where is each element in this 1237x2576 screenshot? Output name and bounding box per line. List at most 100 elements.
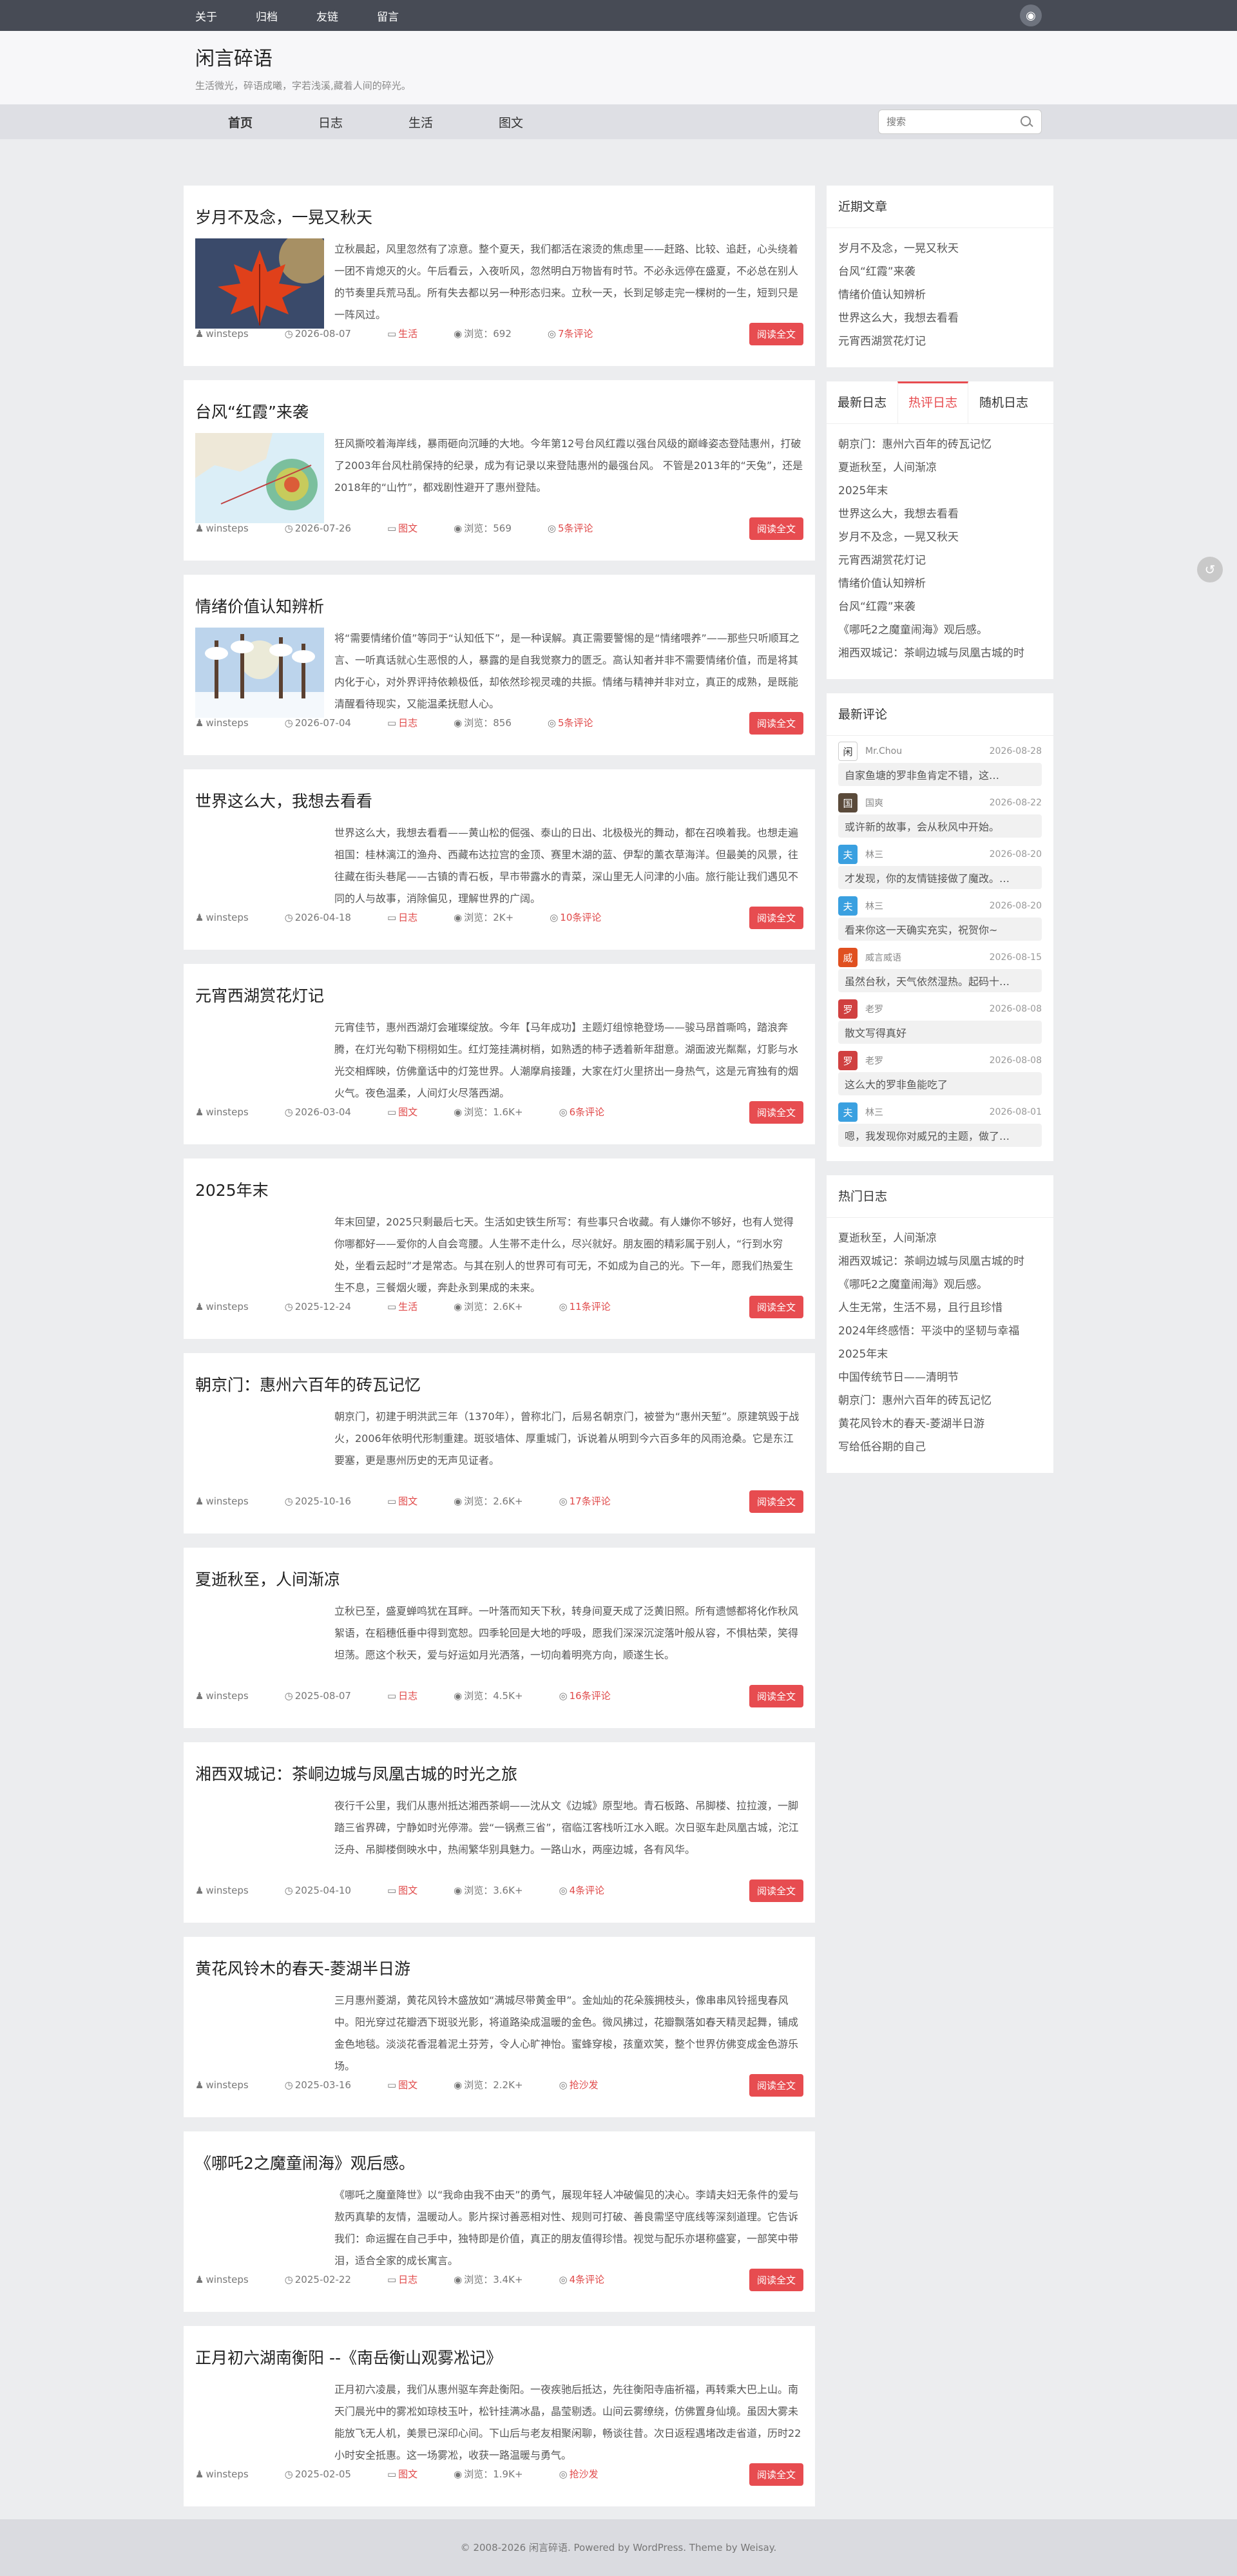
post-title[interactable]: 朝京门：惠州六百年的砖瓦记忆: [195, 1353, 803, 1398]
popular-post-link[interactable]: 写给低谷期的自己: [838, 1436, 1042, 1459]
post-comments[interactable]: ◎ 抢沙发: [559, 2467, 617, 2481]
hot-post-link[interactable]: 岁月不及念，一晃又秋天: [838, 526, 1042, 549]
popular-post-link[interactable]: 2024年终感悟：平淡中的坚韧与幸福: [838, 1320, 1042, 1343]
post-comments[interactable]: ◎ 11条评论: [559, 1300, 629, 1313]
post-comments[interactable]: ◎ 17条评论: [559, 1494, 629, 1508]
category-text[interactable]: 图文: [398, 2079, 417, 2091]
read-more-button[interactable]: 阅读全文: [749, 907, 803, 929]
post-category[interactable]: ▭ 图文: [387, 2467, 436, 2481]
recent-post-link[interactable]: 元宵西湖赏花灯记: [838, 330, 1042, 353]
post-category[interactable]: ▭ 日志: [387, 716, 436, 729]
site-title[interactable]: 闲言碎语: [195, 45, 1042, 73]
top-link-archive[interactable]: 归档: [256, 8, 278, 24]
read-more-button[interactable]: 阅读全文: [749, 517, 803, 540]
comment-text[interactable]: 才发现，你的友情链接做了魔改。…: [838, 866, 1042, 889]
comment-item[interactable]: 夫林三 2026-08-20 看来你这一天确实充实，祝贺你~: [838, 894, 1042, 941]
post-title[interactable]: 2025年末: [195, 1158, 803, 1204]
post-title[interactable]: 黄花风铃木的春天-菱湖半日游: [195, 1937, 803, 1982]
post-comments[interactable]: ◎ 抢沙发: [559, 2078, 617, 2091]
read-more-button[interactable]: 阅读全文: [749, 712, 803, 735]
category-text[interactable]: 生活: [398, 328, 417, 340]
comments-text[interactable]: 16条评论: [570, 1690, 611, 1702]
post-thumbnail[interactable]: [195, 433, 324, 523]
comment-item[interactable]: 罗老罗 2026-08-08 这么大的罗非鱼能吃了: [838, 1049, 1042, 1095]
post-comments[interactable]: ◎ 16条评论: [559, 1689, 629, 1702]
popular-post-link[interactable]: 夏逝秋至，人间渐凉: [838, 1227, 1042, 1250]
post-category[interactable]: ▭ 日志: [387, 2273, 436, 2286]
comment-text[interactable]: 自家鱼塘的罗非鱼肯定不错，这…: [838, 763, 1042, 786]
category-text[interactable]: 生活: [398, 1301, 417, 1312]
post-comments[interactable]: ◎ 6条评论: [559, 1105, 623, 1119]
post-category[interactable]: ▭ 图文: [387, 1105, 436, 1119]
post-category[interactable]: ▭ 图文: [387, 2078, 436, 2091]
hot-post-link[interactable]: 湘西双城记：茶峒边城与凤凰古城的时: [838, 642, 1042, 665]
comments-text[interactable]: 抢沙发: [570, 2468, 599, 2480]
popular-post-link[interactable]: 《哪吒2之魔童闹海》观后感。: [838, 1273, 1042, 1296]
post-comments[interactable]: ◎ 5条评论: [548, 716, 611, 729]
post-title[interactable]: 正月初六湖南衡阳 --《南岳衡山观雾凇记》: [195, 2326, 803, 2371]
read-more-button[interactable]: 阅读全文: [749, 1296, 803, 1318]
hot-post-link[interactable]: 《哪吒2之魔童闹海》观后感。: [838, 619, 1042, 642]
comments-text[interactable]: 4条评论: [570, 1885, 605, 1896]
category-text[interactable]: 日志: [398, 912, 417, 923]
comment-item[interactable]: 夫林三 2026-08-20 才发现，你的友情链接做了魔改。…: [838, 843, 1042, 889]
category-text[interactable]: 图文: [398, 523, 417, 534]
popular-post-link[interactable]: 人生无常，生活不易，且行且珍惜: [838, 1296, 1042, 1320]
post-category[interactable]: ▭ 图文: [387, 1883, 436, 1897]
recent-post-link[interactable]: 岁月不及念，一晃又秋天: [838, 237, 1042, 260]
category-text[interactable]: 图文: [398, 2468, 417, 2480]
post-comments[interactable]: ◎ 4条评论: [559, 2273, 623, 2286]
comment-item[interactable]: 闲 Mr.Chou 2026-08-28 自家鱼塘的罗非鱼肯定不错，这…: [838, 740, 1042, 786]
rss-icon[interactable]: ◉: [1020, 5, 1042, 26]
post-title[interactable]: 岁月不及念，一晃又秋天: [195, 186, 803, 231]
read-more-button[interactable]: 阅读全文: [749, 2074, 803, 2097]
tab-latest[interactable]: 最新日志: [827, 381, 897, 423]
popular-post-link[interactable]: 黄花风铃木的春天-菱湖半日游: [838, 1412, 1042, 1436]
read-more-button[interactable]: 阅读全文: [749, 1101, 803, 1124]
nav-life[interactable]: 生活: [376, 113, 466, 131]
comments-text[interactable]: 11条评论: [570, 1301, 611, 1312]
post-title[interactable]: 台风“红霞”来袭: [195, 380, 803, 425]
comments-text[interactable]: 10条评论: [560, 912, 601, 923]
hot-post-link[interactable]: 2025年末: [838, 479, 1042, 503]
search-icon[interactable]: [1019, 115, 1033, 129]
comments-text[interactable]: 5条评论: [558, 523, 593, 534]
comment-text[interactable]: 散文写得真好: [838, 1021, 1042, 1044]
comments-text[interactable]: 4条评论: [570, 2274, 605, 2285]
post-category[interactable]: ▭ 生活: [387, 1300, 436, 1313]
tab-hot[interactable]: 热评日志: [897, 381, 968, 423]
popular-post-link[interactable]: 2025年末: [838, 1343, 1042, 1366]
comment-item[interactable]: 威威言威语 2026-08-15 虽然台秋，天气依然湿热。起码十…: [838, 946, 1042, 992]
comments-text[interactable]: 7条评论: [558, 328, 593, 340]
hot-post-link[interactable]: 朝京门：惠州六百年的砖瓦记忆: [838, 433, 1042, 456]
search-input[interactable]: [887, 116, 1019, 128]
comment-item[interactable]: 罗老罗 2026-08-08 散文写得真好: [838, 997, 1042, 1044]
top-link-about[interactable]: 关于: [195, 8, 217, 24]
hot-post-link[interactable]: 情绪价值认知辨析: [838, 572, 1042, 595]
post-comments[interactable]: ◎ 5条评论: [548, 521, 611, 535]
top-link-guestbook[interactable]: 留言: [377, 8, 399, 24]
nav-photos[interactable]: 图文: [466, 113, 556, 131]
recent-post-link[interactable]: 世界这么大，我想去看看: [838, 307, 1042, 330]
scroll-top-icon[interactable]: ↺: [1197, 557, 1223, 582]
category-text[interactable]: 图文: [398, 1106, 417, 1118]
post-title[interactable]: 夏逝秋至，人间渐凉: [195, 1548, 803, 1593]
popular-post-link[interactable]: 朝京门：惠州六百年的砖瓦记忆: [838, 1389, 1042, 1412]
read-more-button[interactable]: 阅读全文: [749, 1490, 803, 1513]
comment-text[interactable]: 或许新的故事，会从秋风中开始。: [838, 814, 1042, 838]
post-comments[interactable]: ◎ 4条评论: [559, 1883, 623, 1897]
recent-post-link[interactable]: 情绪价值认知辨析: [838, 284, 1042, 307]
post-title[interactable]: 元宵西湖赏花灯记: [195, 964, 803, 1009]
comment-item[interactable]: 国国爽 2026-08-22 或许新的故事，会从秋风中开始。: [838, 791, 1042, 838]
post-category[interactable]: ▭ 生活: [387, 327, 436, 340]
hot-post-link[interactable]: 元宵西湖赏花灯记: [838, 549, 1042, 572]
comments-text[interactable]: 抢沙发: [570, 2079, 599, 2091]
comments-text[interactable]: 6条评论: [570, 1106, 605, 1118]
category-text[interactable]: 图文: [398, 1885, 417, 1896]
popular-post-link[interactable]: 中国传统节日——清明节: [838, 1366, 1042, 1389]
category-text[interactable]: 日志: [398, 717, 417, 729]
post-thumbnail[interactable]: [195, 628, 324, 718]
post-title[interactable]: 世界这么大，我想去看看: [195, 769, 803, 814]
comment-item[interactable]: 夫林三 2026-08-01 嗯，我发现你对威兄的主题，做了…: [838, 1101, 1042, 1147]
recent-post-link[interactable]: 台风“红霞”来袭: [838, 260, 1042, 284]
